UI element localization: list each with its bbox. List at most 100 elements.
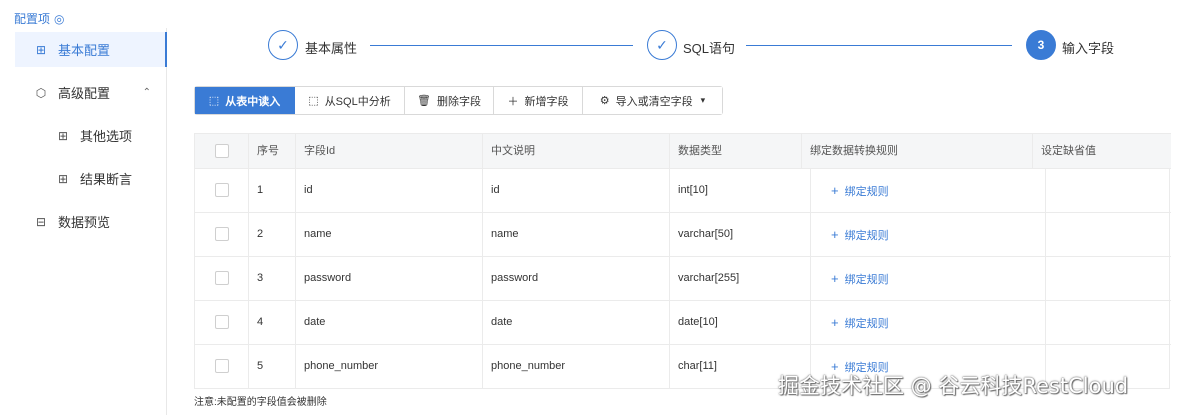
bind-rule-label: 绑定规则 — [844, 274, 889, 286]
bind-rule-label: 绑定规则 — [844, 318, 889, 330]
row-checkbox[interactable] — [215, 315, 229, 330]
default-value-cell[interactable] — [1046, 169, 1171, 212]
sidebar-item-result-assertion[interactable]: ⊞ 结果断言 — [40, 161, 167, 196]
table-row: 1 id id int[10] + 绑定规则 — [195, 169, 1171, 213]
plus-icon: + — [831, 315, 839, 330]
select-box-icon: ⬚ — [308, 95, 319, 107]
plus-icon: + — [831, 271, 839, 286]
row-select-cell — [195, 301, 249, 344]
bind-rule-link[interactable]: + 绑定规则 — [831, 183, 889, 198]
select-all-checkbox[interactable] — [215, 144, 229, 159]
plus-icon: + — [831, 183, 839, 198]
watermark: 掘金技术社区 @ 谷云科技RestCloud — [778, 374, 1129, 398]
sidebar-item-basic-config[interactable]: ⊞ 基本配置 — [15, 32, 167, 67]
sidebar-item-label: 基本配置 — [58, 43, 111, 58]
header-cell: 绑定数据转换规则 — [802, 134, 1033, 168]
row-number: 3 — [249, 257, 296, 300]
grid-icon: ⊞ — [57, 171, 69, 186]
row-select-cell — [195, 213, 249, 256]
read-from-table-button[interactable]: ⬚ 从表中读入 — [195, 87, 295, 114]
description-cell[interactable]: name — [483, 213, 670, 256]
bind-rule-label: 绑定规则 — [844, 186, 889, 198]
grid-icon: ⊞ — [35, 42, 47, 57]
step-2-check-icon[interactable]: ✓ — [647, 30, 677, 60]
preview-icon: ⊟ — [35, 214, 47, 229]
chevron-up-icon[interactable]: ⌃ — [143, 87, 151, 98]
bind-rule-link[interactable]: + 绑定规则 — [831, 227, 889, 242]
sidebar-item-label: 其他选项 — [80, 129, 133, 144]
description-cell[interactable]: id — [483, 169, 670, 212]
table-header: 序号 字段Id 中文说明 数据类型 绑定数据转换规则 设定缺省值 — [195, 133, 1171, 169]
table-row: 2 name name varchar[50] + 绑定规则 — [195, 213, 1171, 257]
header-cell: 设定缺省值 — [1041, 145, 1096, 157]
row-number: 1 — [249, 169, 296, 212]
row-number: 4 — [249, 301, 296, 344]
row-checkbox[interactable] — [215, 227, 229, 242]
delete-field-button[interactable]: 🗑 删除字段 — [405, 87, 494, 114]
header-cell: 序号 — [249, 134, 296, 168]
field-id-cell[interactable]: id — [296, 169, 483, 212]
row-number: 5 — [249, 345, 296, 388]
step-connector — [370, 45, 633, 46]
button-label: 删除字段 — [436, 95, 481, 108]
bind-rule-link[interactable]: + 绑定规则 — [831, 315, 889, 330]
rule-cell: + 绑定规则 — [811, 301, 1046, 344]
field-id-cell[interactable]: name — [296, 213, 483, 256]
plus-icon: + — [831, 227, 839, 242]
field-id-cell[interactable]: password — [296, 257, 483, 300]
gear-icon: ⚙ — [599, 95, 610, 107]
sidebar-item-label: 结果断言 — [80, 172, 133, 187]
default-value-cell[interactable] — [1046, 257, 1171, 300]
sidebar: ⊞ 基本配置 ⬡ 高级配置 ⌃ ⊞ 其他选项 ⊞ 结果断言 ⊟ 数据预览 — [0, 28, 167, 415]
row-select-cell — [195, 257, 249, 300]
row-checkbox[interactable] — [215, 271, 229, 286]
add-field-button[interactable]: ＋ 新增字段 — [494, 87, 583, 114]
button-label: 从SQL中分析 — [324, 95, 391, 108]
data-type-cell[interactable]: varchar[50] — [670, 213, 811, 256]
sidebar-item-other-options[interactable]: ⊞ 其他选项 — [40, 118, 167, 153]
row-checkbox[interactable] — [215, 359, 229, 374]
import-clear-dropdown[interactable]: ⚙ 导入或清空字段 ▾ — [583, 87, 722, 114]
field-id-cell[interactable]: date — [296, 301, 483, 344]
step-2-label: SQL语句 — [683, 41, 736, 56]
row-select-cell — [195, 345, 249, 388]
default-value-cell[interactable] — [1046, 213, 1171, 256]
table-row: 4 date date date[10] + 绑定规则 — [195, 301, 1171, 345]
description-cell[interactable]: date — [483, 301, 670, 344]
field-toolbar: ⬚ 从表中读入 ⬚ 从SQL中分析 🗑 删除字段 ＋ 新增字段 ⚙ 导入或清空字… — [194, 86, 723, 115]
header-cell: 数据类型 — [670, 134, 802, 168]
step-1-label: 基本属性 — [305, 41, 358, 56]
step-1-check-icon[interactable]: ✓ — [268, 30, 298, 60]
config-title: 配置项 ◎ — [14, 10, 65, 27]
data-type-cell[interactable]: varchar[255] — [670, 257, 811, 300]
data-type-cell[interactable]: int[10] — [670, 169, 811, 212]
cube-icon: ⬡ — [35, 85, 47, 100]
sidebar-item-data-preview[interactable]: ⊟ 数据预览 — [15, 204, 167, 239]
row-select-cell — [195, 169, 249, 212]
default-value-cell[interactable] — [1046, 301, 1171, 344]
button-label: 导入或清空字段 — [615, 95, 693, 108]
settings-circle-icon[interactable]: ◎ — [54, 12, 64, 26]
button-label: 新增字段 — [524, 95, 569, 108]
step-3-number[interactable]: 3 — [1026, 30, 1056, 60]
sidebar-item-advanced-config[interactable]: ⬡ 高级配置 ⌃ — [15, 75, 167, 110]
description-cell[interactable]: password — [483, 257, 670, 300]
delete-warning-note: 注意:未配置的字段值会被删除 — [194, 397, 327, 408]
analyze-sql-button[interactable]: ⬚ 从SQL中分析 — [295, 87, 405, 114]
header-cell: 字段Id — [296, 134, 483, 168]
table-row: 3 password password varchar[255] + 绑定规则 — [195, 257, 1171, 301]
data-type-cell[interactable]: date[10] — [670, 301, 811, 344]
field-id-cell[interactable]: phone_number — [296, 345, 483, 388]
description-cell[interactable]: phone_number — [483, 345, 670, 388]
bind-rule-label: 绑定规则 — [844, 230, 889, 242]
bind-rule-link[interactable]: + 绑定规则 — [831, 271, 889, 286]
button-label: 从表中读入 — [225, 95, 281, 108]
rule-cell: + 绑定规则 — [811, 169, 1046, 212]
select-box-icon: ⬚ — [208, 95, 220, 107]
config-title-label: 配置项 — [14, 12, 51, 26]
header-select-cell — [195, 134, 249, 168]
sidebar-item-label: 高级配置 — [58, 86, 111, 101]
row-checkbox[interactable] — [215, 183, 229, 198]
row-number: 2 — [249, 213, 296, 256]
rule-cell: + 绑定规则 — [811, 257, 1046, 300]
